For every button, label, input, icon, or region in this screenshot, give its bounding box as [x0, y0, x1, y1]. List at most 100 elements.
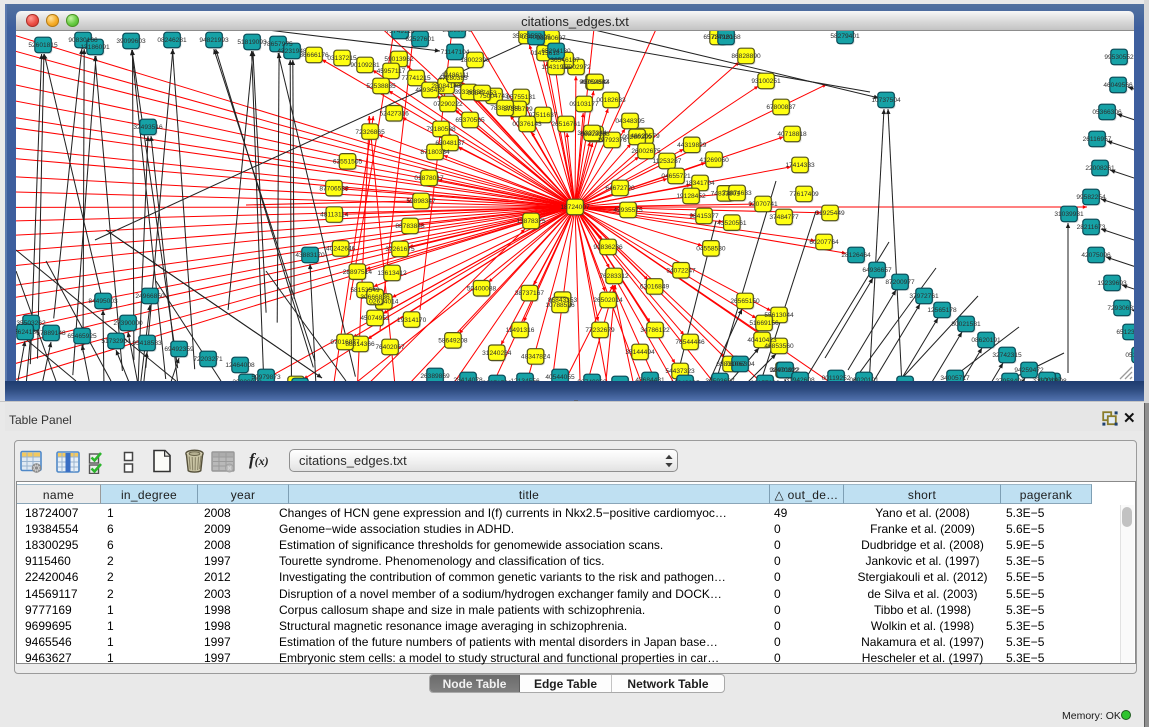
svg-text:32742315: 32742315 — [992, 352, 1022, 359]
svg-text:10431955: 10431955 — [541, 64, 571, 71]
svg-text:31942608: 31942608 — [785, 377, 815, 381]
svg-text:00119252: 00119252 — [822, 375, 851, 381]
svg-text:03409305: 03409305 — [521, 34, 551, 41]
svg-text:93100251: 93100251 — [751, 78, 781, 85]
svg-text:89555979: 89555979 — [442, 31, 472, 34]
svg-text:40544055: 40544055 — [545, 374, 575, 381]
svg-text:77232679: 77232679 — [585, 327, 615, 334]
svg-text:45074952: 45074952 — [360, 315, 390, 322]
svg-text:01878017: 01878017 — [414, 175, 444, 182]
svg-text:00020101: 00020101 — [849, 377, 879, 381]
svg-text:84495003: 84495003 — [88, 298, 118, 305]
svg-text:18341704: 18341704 — [685, 180, 715, 187]
svg-text:63048137: 63048137 — [435, 140, 465, 147]
svg-text:76544446: 76544446 — [675, 339, 705, 346]
svg-text:48347824: 48347824 — [521, 354, 551, 361]
svg-text:27958492: 27958492 — [995, 378, 1025, 381]
svg-text:26565150: 26565150 — [730, 298, 760, 305]
svg-text:28211673: 28211673 — [1077, 224, 1106, 231]
svg-text:77741215: 77741215 — [401, 75, 431, 82]
svg-text:04655721: 04655721 — [661, 173, 691, 180]
svg-text:09260309: 09260309 — [622, 134, 652, 141]
svg-text:33100147: 33100147 — [1032, 377, 1062, 381]
svg-text:59898347: 59898347 — [406, 198, 436, 205]
svg-text:86828890: 86828890 — [731, 53, 761, 60]
svg-text:00847453: 00847453 — [467, 90, 497, 97]
svg-text:40242646: 40242646 — [326, 246, 356, 253]
svg-text:94821993: 94821993 — [199, 37, 229, 44]
svg-text:00182633: 00182633 — [596, 97, 626, 104]
svg-text:69492359: 69492359 — [164, 346, 194, 353]
svg-text:52427316: 52427316 — [380, 110, 410, 117]
svg-text:07511637: 07511637 — [529, 112, 558, 119]
svg-text:26116957: 26116957 — [1083, 136, 1112, 143]
svg-text:48684431: 48684431 — [635, 377, 665, 381]
svg-text:37484777: 37484777 — [769, 214, 799, 221]
svg-text:26502014: 26502014 — [593, 297, 623, 304]
svg-text:64936657: 64936657 — [862, 267, 892, 274]
svg-text:32493516: 32493516 — [133, 124, 163, 131]
svg-text:78383064: 78383064 — [490, 105, 520, 112]
svg-text:24966850: 24966850 — [135, 293, 165, 300]
svg-text:34005717: 34005717 — [940, 375, 970, 381]
svg-text:04558530: 04558530 — [696, 246, 726, 253]
svg-text:36593687: 36593687 — [705, 378, 735, 381]
svg-text:87180334: 87180334 — [420, 149, 450, 156]
svg-text:37261675: 37261675 — [385, 246, 415, 253]
svg-text:52601815: 52601815 — [28, 42, 58, 49]
svg-text:11491316: 11491316 — [506, 327, 535, 334]
svg-text:98749060: 98749060 — [577, 379, 607, 381]
svg-text:31039931: 31039931 — [1054, 211, 1084, 218]
svg-text:59013962: 59013962 — [384, 56, 414, 63]
svg-text:40718818: 40718818 — [777, 131, 807, 138]
svg-text:38737167: 38737167 — [515, 290, 545, 297]
svg-text:06671723: 06671723 — [482, 380, 512, 381]
svg-text:13878375: 13878375 — [516, 218, 546, 225]
svg-text:87706589: 87706589 — [319, 185, 349, 192]
svg-text:78006394: 78006394 — [725, 361, 755, 368]
svg-text:34786122: 34786122 — [640, 327, 670, 334]
svg-text:65370565: 65370565 — [455, 117, 485, 124]
svg-text:46853560: 46853560 — [764, 343, 794, 350]
svg-text:57889148: 57889148 — [36, 330, 66, 337]
svg-text:77617409: 77617409 — [789, 191, 819, 198]
svg-text:22008261: 22008261 — [1085, 165, 1115, 172]
svg-text:35503262: 35503262 — [16, 320, 46, 327]
svg-text:10737504: 10737504 — [871, 97, 901, 104]
svg-text:37972761: 37972761 — [909, 293, 939, 300]
svg-text:90109281: 90109281 — [350, 62, 380, 69]
svg-text:72203271: 72203271 — [193, 356, 223, 363]
svg-text:80243325: 80243325 — [670, 380, 700, 381]
svg-text:95755131: 95755131 — [506, 94, 536, 101]
svg-text:19128452: 19128452 — [676, 193, 706, 200]
svg-text:05169784: 05169784 — [1125, 352, 1134, 359]
svg-text:00376143: 00376143 — [512, 121, 542, 128]
svg-text:09103177: 09103177 — [569, 101, 599, 108]
svg-text:58649208: 58649208 — [438, 338, 468, 345]
svg-text:36991922: 36991922 — [770, 367, 800, 374]
svg-text:38144494: 38144494 — [625, 349, 655, 356]
svg-text:28897514: 28897514 — [343, 269, 373, 276]
svg-text:08620191: 08620191 — [971, 337, 1001, 344]
svg-text:42486111: 42486111 — [441, 72, 470, 79]
svg-text:99582254: 99582254 — [1076, 194, 1106, 201]
svg-text:71147104: 71147104 — [441, 49, 470, 56]
svg-text:03137215: 03137215 — [327, 55, 357, 62]
svg-text:78716168: 78716168 — [711, 34, 741, 41]
svg-text:26516761: 26516761 — [551, 121, 581, 128]
svg-text:94259472: 94259472 — [1014, 367, 1044, 374]
svg-text:76402067: 76402067 — [375, 344, 405, 351]
svg-text:46049566: 46049566 — [1103, 82, 1133, 89]
svg-text:27390000: 27390000 — [113, 320, 143, 327]
svg-text:44319829: 44319829 — [677, 142, 707, 149]
svg-text:52538885: 52538885 — [366, 83, 396, 90]
svg-text:28414078: 28414078 — [453, 377, 483, 381]
svg-text:17414333: 17414333 — [785, 162, 815, 169]
svg-text:65465925: 65465925 — [67, 333, 97, 340]
svg-text:72326865: 72326865 — [355, 129, 385, 136]
svg-text:34072247: 34072247 — [666, 268, 696, 275]
svg-text:11253287: 11253287 — [653, 158, 682, 165]
svg-text:76283312: 76283312 — [599, 273, 629, 280]
svg-text:07290222: 07290222 — [433, 101, 463, 108]
svg-text:41269060: 41269060 — [699, 157, 729, 164]
